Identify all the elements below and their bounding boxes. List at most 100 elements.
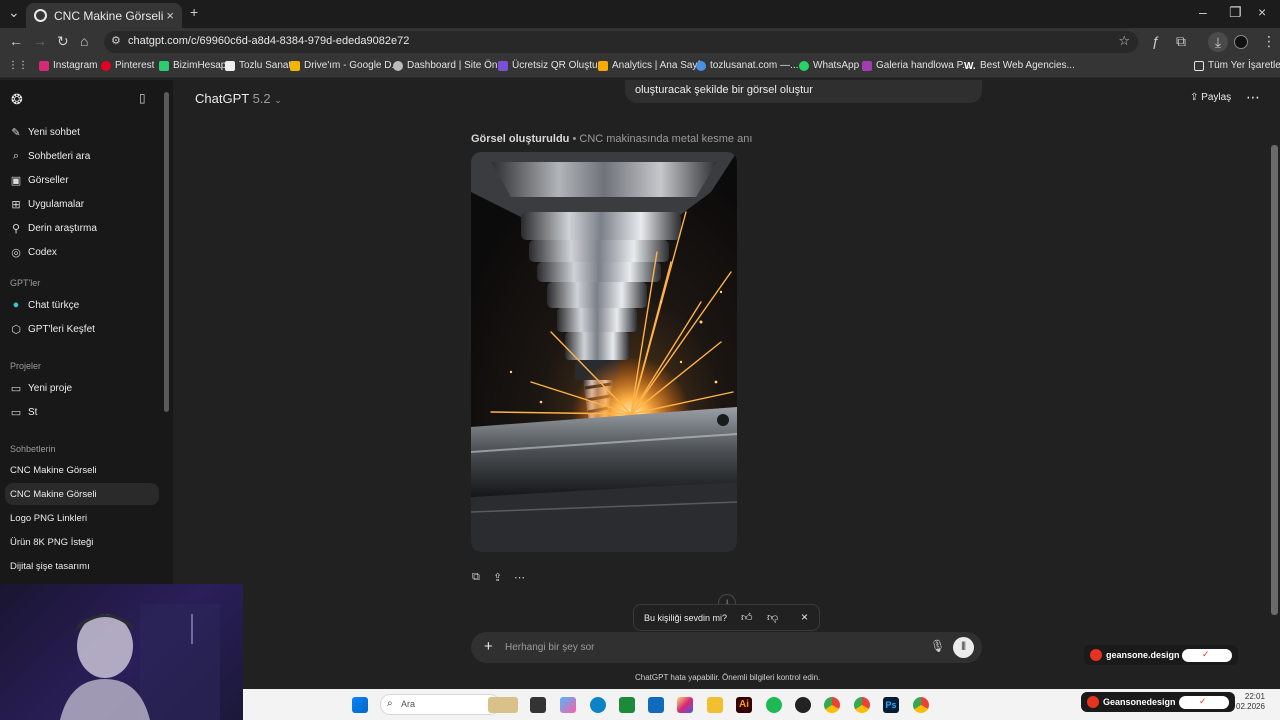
search-icon: ⌕ <box>387 698 393 709</box>
apps-grid-icon: ⊞ <box>11 199 21 211</box>
puzzle-icon[interactable]: ⧉ <box>1176 33 1186 50</box>
windows-start-icon[interactable] <box>352 697 368 713</box>
more-options-icon[interactable]: ⋯ <box>1246 89 1260 106</box>
share-image-icon[interactable]: ⇪ <box>493 571 502 584</box>
maximize-icon[interactable]: ❐ <box>1229 4 1242 21</box>
gpt-avatar-icon: ● <box>12 299 20 311</box>
bookmark-bizimhesap[interactable]: BizimHesap <box>159 60 226 71</box>
bookmark-tozlusanat-com[interactable]: tozlusanat.com —... <box>696 60 798 71</box>
bookmark-tozlu-sanat[interactable]: Tozlu Sanat <box>225 60 291 71</box>
instagram-icon[interactable] <box>677 697 693 713</box>
personality-feedback: Bu kişiliği sevdin mi? 👍︎ 👎︎ × <box>633 604 820 631</box>
chrome-icon[interactable] <box>913 697 929 713</box>
new-tab-button[interactable]: + <box>190 4 198 20</box>
store-icon[interactable] <box>619 697 635 713</box>
illustrator-icon[interactable]: Ai <box>736 697 752 713</box>
bookmark-best-web-agencies[interactable]: W. Best Web Agencies... <box>964 60 1075 72</box>
message-input[interactable] <box>505 639 905 656</box>
photoshop-icon[interactable]: Ps <box>883 697 899 713</box>
browser-toolbar: ← → ↻ ⌂ ⚙ chatgpt.com/c/69960c6d-a8d4-83… <box>0 28 1280 56</box>
bookmark-star-icon[interactable]: ☆ <box>1118 33 1130 49</box>
taskbar-search[interactable]: ⌕ Ara <box>380 694 500 715</box>
folder-icon: ▭ <box>10 407 22 419</box>
more-actions-icon[interactable]: ⋯ <box>514 571 525 584</box>
chrome-icon[interactable] <box>854 697 870 713</box>
sidebar-item-chat-turkce[interactable]: ● Chat türkçe <box>10 299 79 311</box>
all-bookmarks-folder[interactable]: Tüm Yer İşaretleri <box>1194 60 1280 71</box>
chat-item[interactable]: Ürün 8K PNG İsteği <box>10 537 93 548</box>
bookmark-whatsapp[interactable]: WhatsApp <box>799 60 859 71</box>
bookmark-dashboard[interactable]: Dashboard | Site Ön... <box>393 60 506 71</box>
profile-avatar[interactable] <box>1234 35 1248 49</box>
file-explorer-icon[interactable] <box>707 697 723 713</box>
generated-image-label: Görsel oluşturuldu • CNC makinasında met… <box>471 133 753 145</box>
check-pill-icon <box>1182 648 1232 662</box>
chat-item-active[interactable]: CNC Makine Görseli <box>10 489 97 500</box>
add-attachment-icon[interactable]: + <box>484 638 493 655</box>
extensions-icon[interactable]: ƒ <box>1152 33 1160 49</box>
microphone-icon[interactable]: 🎙︎ <box>930 639 945 653</box>
back-icon[interactable]: ← <box>9 33 23 49</box>
image-icon: ▣ <box>10 175 22 187</box>
app-icon[interactable] <box>795 697 811 713</box>
geansone-logo-icon <box>1090 649 1102 661</box>
sidebar-item-new-project[interactable]: ▭ Yeni proje <box>10 382 72 395</box>
bookmark-galeria[interactable]: Galeria handlowa P... <box>862 60 970 71</box>
browser-tab[interactable]: CNC Makine Görseli × <box>26 3 182 28</box>
close-tab-icon[interactable]: × <box>166 8 174 23</box>
sidebar-item-deep-research[interactable]: ⚲ Derin araştırma <box>10 222 97 235</box>
bookmark-instagram[interactable]: Instagram <box>39 60 97 71</box>
chat-item[interactable]: CNC Makine Görseli <box>10 465 97 476</box>
outlook-icon[interactable] <box>648 697 664 713</box>
main-scrollbar[interactable] <box>1271 145 1278 615</box>
sidebar-item-apps[interactable]: ⊞ Uygulamalar <box>10 198 84 211</box>
sidebar-item-search-chats[interactable]: ⌕ Sohbetleri ara <box>10 150 90 163</box>
generated-image[interactable] <box>471 152 737 552</box>
reload-icon[interactable]: ↻ <box>57 33 69 50</box>
sidebar-scrollbar[interactable] <box>164 92 169 412</box>
folder-plus-icon: ▭ <box>10 383 22 395</box>
tab-search-icon[interactable]: ⌄ <box>8 4 20 21</box>
site-info-icon[interactable]: ⚙ <box>111 34 121 47</box>
sidebar-item-images[interactable]: ▣ Görseller <box>10 174 69 187</box>
address-bar[interactable]: ⚙ chatgpt.com/c/69960c6d-a8d4-8384-979d-… <box>104 31 1138 53</box>
toggle-sidebar-icon[interactable]: ▯ <box>139 91 146 105</box>
sidebar-item-project-st[interactable]: ▭ St <box>10 406 38 419</box>
close-feedback-icon[interactable]: × <box>801 610 808 624</box>
sidebar-item-new-chat[interactable]: ✎ Yeni sohbet <box>10 126 80 139</box>
bookmark-analytics[interactable]: Analytics | Ana Sayfa <box>598 60 706 71</box>
chrome-icon[interactable] <box>824 697 840 713</box>
geansonedesign-badge: Geansonedesign <box>1081 692 1235 712</box>
chat-item[interactable]: Logo PNG Linkleri <box>10 513 87 524</box>
explore-gpts-icon: ⬡ <box>11 324 21 336</box>
openai-logo-icon[interactable]: ❂ <box>11 91 23 108</box>
chat-item[interactable]: Dijital şişe tasarımı <box>10 561 90 572</box>
home-icon[interactable]: ⌂ <box>80 33 88 49</box>
geansone-logo-icon <box>1087 696 1099 708</box>
minimize-icon[interactable]: – <box>1199 4 1207 20</box>
bookmark-drive[interactable]: Drive'ım - Google D... <box>290 60 400 71</box>
share-button[interactable]: ⇪ Paylaş <box>1190 92 1231 103</box>
close-window-icon[interactable]: × <box>1258 4 1266 20</box>
task-view-icon[interactable] <box>530 697 546 713</box>
thumbs-up-icon[interactable]: 👍︎ <box>741 611 753 624</box>
sidebar-item-explore-gpts[interactable]: ⬡ GPT'leri Keşfet <box>10 323 95 336</box>
copilot-icon[interactable] <box>560 697 576 713</box>
menu-icon[interactable]: ⋮ <box>1262 33 1276 50</box>
bookmark-qr[interactable]: Ücretsiz QR Oluştur... <box>498 60 609 71</box>
share-icon: ⇪ <box>1190 92 1199 103</box>
model-selector[interactable]: ChatGPT 5.2 ⌄ <box>195 91 282 106</box>
thumbs-down-icon[interactable]: 👎︎ <box>767 611 778 624</box>
taskbar-clock[interactable]: 22:01 02.2026 <box>1236 692 1265 712</box>
spotify-icon[interactable] <box>766 697 782 713</box>
gpts-heading: GPT'ler <box>10 278 41 288</box>
forward-icon[interactable]: → <box>33 33 47 49</box>
widgets-icon[interactable] <box>488 697 518 713</box>
download-icon[interactable]: ⤓ <box>1208 32 1228 52</box>
sidebar-item-codex[interactable]: ◎ Codex <box>10 246 57 259</box>
voice-mode-icon[interactable]: ⦀ <box>953 637 974 658</box>
copy-icon[interactable]: ⧉ <box>472 571 480 584</box>
bookmark-pinterest[interactable]: Pinterest <box>101 60 154 71</box>
edge-icon[interactable] <box>590 697 606 713</box>
apps-icon[interactable]: ⋮⋮ <box>8 60 28 71</box>
